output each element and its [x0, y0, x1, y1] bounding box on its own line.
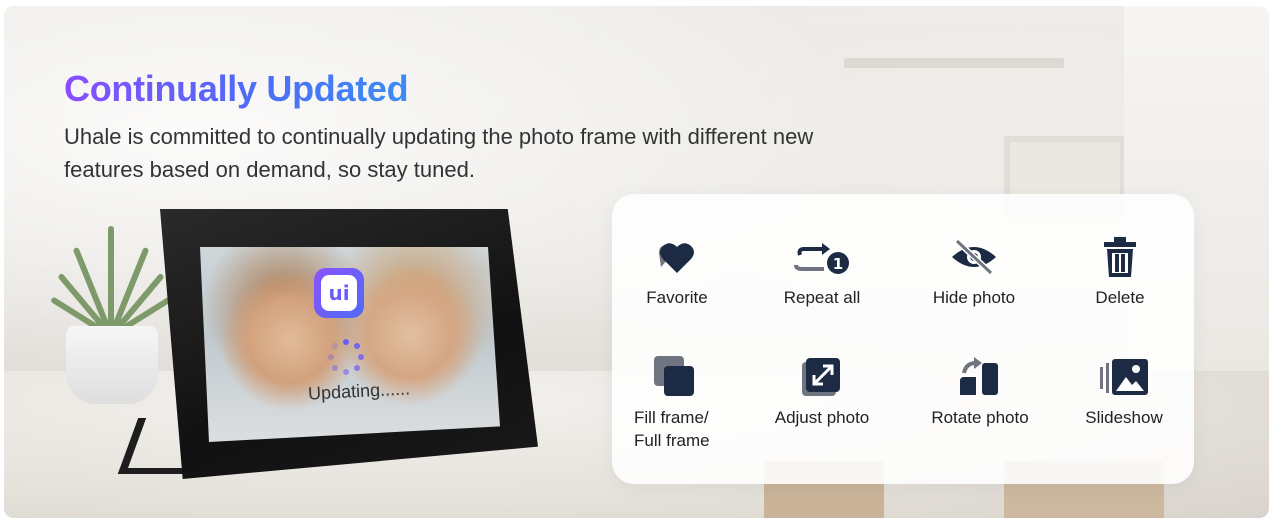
- photo-frame-device: ui Updating......: [117, 203, 538, 488]
- feature-favorite: Favorite: [612, 234, 742, 309]
- uhale-logo-icon: ui: [314, 268, 364, 318]
- headline: Continually Updated: [64, 68, 409, 109]
- feature-label: Slideshow: [1085, 408, 1163, 427]
- trash-icon: [1055, 234, 1185, 280]
- feature-label: Delete: [1095, 288, 1145, 307]
- feature-delete: Delete: [1055, 234, 1185, 309]
- feature-label: Hide photo: [932, 288, 1016, 307]
- feature-fill-frame: Fill frame/ Full frame: [634, 354, 764, 452]
- loading-spinner-icon: [328, 339, 364, 375]
- uhale-logo-glyph: ui: [321, 275, 357, 311]
- wall-shelf: [844, 58, 1064, 68]
- feature-slideshow: Slideshow: [1059, 354, 1189, 429]
- repeat-one-icon: 1: [757, 234, 887, 280]
- eye-off-icon: [909, 234, 1039, 280]
- heart-icon: [612, 234, 742, 280]
- feature-label: Repeat all: [783, 288, 861, 307]
- resize-icon: [757, 354, 887, 400]
- description: Uhale is committed to continually updati…: [64, 124, 814, 182]
- slideshow-icon: [1059, 354, 1189, 400]
- feature-label: Adjust photo: [774, 408, 870, 427]
- feature-label: Favorite: [646, 288, 708, 307]
- feature-label-line2: Full frame: [634, 431, 710, 450]
- rotate-icon: [915, 354, 1045, 400]
- svg-text:1: 1: [833, 255, 843, 273]
- feature-hide-photo: Hide photo: [909, 234, 1039, 309]
- fill-frame-icon: [634, 354, 764, 400]
- feature-repeat-all: 1 Repeat all: [757, 234, 887, 309]
- feature-label-line1: Fill frame/: [634, 408, 709, 427]
- feature-adjust-photo: Adjust photo: [757, 354, 887, 429]
- feature-rotate-photo: Rotate photo: [915, 354, 1045, 429]
- feature-label: Rotate photo: [931, 408, 1029, 427]
- features-panel: Favorite 1 Repeat all Hide photo Delete …: [612, 194, 1194, 484]
